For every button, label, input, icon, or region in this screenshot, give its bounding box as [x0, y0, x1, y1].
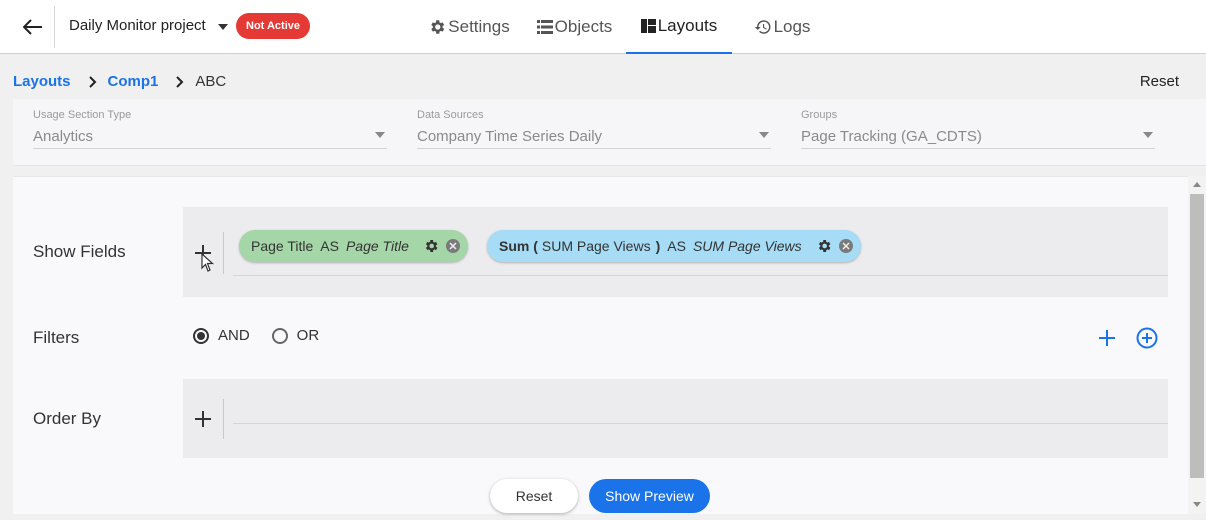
tab-label: Layouts	[657, 16, 718, 35]
plus-circle-icon	[1136, 327, 1158, 349]
chevron-right-icon	[176, 75, 184, 88]
gear-icon	[431, 20, 445, 34]
filters-label: Filters	[33, 328, 80, 347]
radio-and[interactable]: AND	[193, 327, 250, 344]
select-label: Data Sources	[417, 109, 484, 121]
chip-close-paren: )	[655, 238, 661, 254]
tab-label: Logs	[773, 17, 811, 36]
list-icon	[536, 20, 553, 34]
groups-select[interactable]: Groups Page Tracking (GA_CDTS)	[801, 107, 1155, 149]
divider	[223, 399, 224, 439]
dashboard-icon	[640, 19, 656, 33]
chevron-down-icon	[1143, 132, 1153, 138]
radio-or[interactable]: OR	[271, 327, 320, 344]
chip-alias: SUM Page Views	[692, 238, 802, 254]
gear-icon[interactable]	[423, 238, 439, 254]
tab-objects[interactable]: Objects	[523, 0, 626, 54]
top-bar: Daily Monitor project Not Active Setting…	[0, 0, 1206, 54]
radio-label: OR	[296, 327, 320, 344]
plus-icon	[195, 411, 211, 427]
gear-icon[interactable]	[816, 238, 832, 254]
show-fields-label: Show Fields	[33, 242, 126, 261]
scroll-down-icon[interactable]	[1193, 502, 1201, 507]
tab-label: Settings	[448, 17, 510, 36]
select-value: Company Time Series Daily	[417, 128, 603, 145]
history-icon	[754, 20, 771, 34]
divider	[54, 6, 55, 48]
chevron-right-icon	[88, 75, 97, 88]
show-preview-button[interactable]: Show Preview	[589, 479, 710, 513]
data-sources-select[interactable]: Data Sources Company Time Series Daily	[417, 107, 771, 149]
breadcrumb-current: ABC	[195, 73, 227, 90]
reset-button[interactable]: Reset	[490, 479, 578, 513]
field-chip-page-title[interactable]: Page Title AS Page Title	[239, 230, 468, 262]
close-icon[interactable]	[445, 239, 460, 253]
chip-function: Sum (	[499, 238, 538, 254]
breadcrumb-layouts[interactable]: Layouts	[13, 73, 71, 90]
select-label: Groups	[801, 109, 838, 121]
select-value: Analytics	[33, 128, 94, 145]
mouse-cursor-icon	[201, 253, 215, 272]
select-label: Usage Section Type	[33, 109, 132, 121]
main-tabs: Settings Objects Layouts Logs	[415, 0, 832, 54]
chip-as: AS	[320, 238, 339, 254]
radio-label: AND	[218, 327, 250, 344]
chevron-down-icon	[375, 132, 385, 138]
reset-link[interactable]: Reset	[1140, 73, 1179, 90]
scrollbar[interactable]	[1188, 176, 1206, 514]
tab-layouts[interactable]: Layouts	[626, 0, 732, 54]
tab-settings[interactable]: Settings	[415, 0, 523, 54]
status-badge: Not Active	[236, 13, 310, 39]
add-filter-group-button[interactable]	[1134, 325, 1160, 351]
arrow-left-icon	[23, 19, 42, 35]
project-name: Daily Monitor project	[69, 17, 206, 34]
usage-section-type-select[interactable]: Usage Section Type Analytics	[33, 107, 387, 149]
query-builder-panel: Show Fields Page Title AS Page Title Sum…	[13, 176, 1188, 514]
show-fields-box: Page Title AS Page Title Sum ( SUM Page …	[183, 207, 1168, 297]
chevron-down-icon	[217, 23, 228, 30]
close-icon[interactable]	[838, 239, 853, 253]
scroll-up-icon[interactable]	[1193, 182, 1201, 187]
chip-alias: Page Title	[345, 238, 409, 254]
divider	[223, 232, 224, 274]
chevron-down-icon	[759, 132, 769, 138]
radio-button[interactable]	[193, 327, 209, 344]
field-underline	[233, 275, 1168, 276]
filter-logic-radio-group: AND OR	[193, 327, 341, 344]
tab-logs[interactable]: Logs	[732, 0, 832, 54]
tab-label: Objects	[554, 17, 613, 36]
chip-field: SUM Page Views	[541, 238, 651, 254]
add-filter-button[interactable]	[1094, 325, 1120, 351]
breadcrumb-comp1[interactable]: Comp1	[108, 73, 159, 90]
back-button[interactable]	[18, 13, 48, 41]
select-value: Page Tracking (GA_CDTS)	[801, 128, 982, 145]
field-chip-sum-page-views[interactable]: Sum ( SUM Page Views ) AS SUM Page Views	[487, 230, 861, 262]
add-order-button[interactable]	[190, 406, 216, 432]
scroll-thumb[interactable]	[1190, 194, 1204, 478]
chip-as: AS	[667, 238, 686, 254]
radio-button[interactable]	[271, 327, 288, 344]
source-selects: Usage Section Type Analytics Data Source…	[13, 99, 1206, 166]
order-by-box	[183, 379, 1168, 458]
chip-field: Page Title	[251, 238, 314, 254]
breadcrumb: Layouts Comp1 ABC	[13, 73, 226, 90]
plus-icon	[1099, 330, 1115, 346]
order-by-label: Order By	[33, 409, 102, 428]
project-selector[interactable]: Daily Monitor project	[69, 17, 228, 34]
field-underline	[233, 423, 1168, 424]
